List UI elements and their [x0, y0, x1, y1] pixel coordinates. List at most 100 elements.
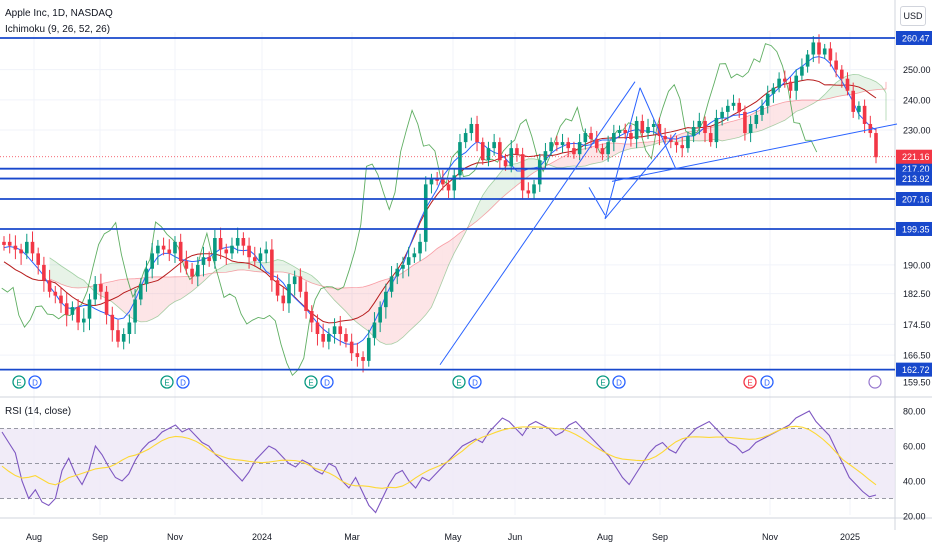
ichimoku-cloud-segment	[123, 278, 130, 317]
event-letter: E	[308, 379, 313, 388]
event-marker: D	[176, 375, 190, 389]
candle	[304, 281, 308, 319]
ichimoku-cloud-segment	[727, 120, 734, 140]
candle-body	[646, 127, 650, 134]
chart-svg[interactable]: E D E D E D E D E D E D 250.00 240.00 230.00 190.00 182.…	[0, 0, 932, 550]
candle	[532, 179, 536, 200]
candle-body	[93, 284, 97, 300]
candle-body	[805, 54, 810, 67]
candle-body	[99, 284, 103, 292]
candle	[110, 306, 115, 342]
candle-body	[691, 127, 696, 137]
rsi-tick-label: 80.00	[903, 407, 926, 417]
candle-body	[150, 253, 154, 269]
candle-body	[401, 264, 405, 269]
candle	[794, 69, 799, 100]
candle-body	[857, 105, 861, 112]
candle	[150, 243, 154, 279]
price-tick-label: 250.00	[903, 65, 931, 75]
candle	[315, 314, 320, 346]
candle-body	[395, 268, 400, 277]
candle	[53, 286, 58, 304]
candle-body	[583, 133, 588, 143]
candle-body	[840, 69, 844, 79]
ichimoku-cloud-segment	[237, 263, 244, 271]
candle-body	[446, 184, 451, 191]
price-tick-label: 166.50	[903, 351, 931, 361]
candle-body	[800, 66, 804, 76]
candle	[441, 170, 445, 191]
ichimoku-cloud-segment	[784, 101, 791, 121]
candle	[355, 342, 360, 367]
candle-body	[275, 280, 280, 296]
candle-body	[537, 160, 542, 185]
candle-body	[195, 264, 200, 277]
candle-body	[121, 334, 126, 342]
candle-body	[600, 148, 605, 155]
chart-area[interactable]: Apple Inc, 1D, NASDAQ Ichimoku (9, 26, 5…	[0, 0, 932, 550]
candle-body	[634, 120, 639, 140]
candle	[327, 328, 331, 350]
candle-body	[623, 130, 628, 134]
candle	[161, 237, 166, 256]
candle-body	[59, 295, 63, 304]
candle	[338, 315, 343, 346]
candle	[418, 233, 422, 262]
candle-body	[213, 238, 217, 262]
candle-body	[292, 276, 297, 285]
candle-body	[532, 184, 536, 194]
candle	[498, 137, 502, 170]
ichimoku-cloud-segment	[340, 287, 346, 312]
candle-body	[726, 105, 730, 112]
candle-body	[862, 105, 867, 124]
time-tick-label: Aug	[26, 532, 42, 542]
ichimoku-cloud-segment	[425, 253, 432, 315]
ichimoku-cloud-segment	[351, 287, 358, 323]
candle-body	[138, 284, 143, 300]
candle-body	[617, 130, 622, 134]
event-letter: D	[764, 379, 770, 388]
candle-body	[851, 90, 856, 112]
candle	[201, 246, 206, 277]
ichimoku-cloud-segment	[363, 285, 369, 332]
candle	[213, 229, 217, 269]
ichimoku-cloud-segment	[807, 99, 814, 107]
candle	[344, 328, 348, 348]
candle	[81, 308, 86, 333]
candle-body	[549, 142, 553, 152]
candle-body	[127, 322, 132, 335]
candle-body	[104, 291, 109, 315]
candle-body	[241, 238, 246, 246]
ichimoku-cloud-segment	[454, 232, 460, 254]
level-price-text: 260.47	[902, 34, 930, 44]
candle	[783, 70, 787, 88]
ichimoku-cloud-segment	[169, 276, 175, 306]
event-letter: E	[16, 379, 21, 388]
event-letter: D	[324, 379, 330, 388]
candle	[366, 329, 371, 367]
candle	[241, 232, 246, 256]
ichimoku-cloud-segment	[431, 248, 438, 308]
candle	[19, 243, 23, 265]
candle-body	[156, 245, 160, 254]
ichimoku-cloud-segment	[408, 264, 415, 332]
candle-body	[372, 322, 377, 338]
candle-body	[566, 142, 571, 149]
candle-body	[378, 307, 382, 323]
candle-body	[201, 257, 206, 265]
candle-body	[418, 241, 422, 254]
candle-body	[42, 264, 46, 281]
candle-body	[412, 253, 417, 258]
candle-body	[167, 249, 172, 254]
event-marker: E	[12, 375, 26, 389]
ichimoku-cloud-segment	[864, 77, 871, 92]
level-price-text: 207.16	[902, 195, 930, 205]
candle	[429, 173, 434, 194]
candle-body	[783, 78, 787, 82]
candle	[475, 115, 479, 152]
candle-body	[361, 357, 365, 361]
candle-body	[589, 133, 593, 140]
candle	[714, 109, 719, 149]
candle-body	[560, 142, 565, 146]
event-letter: E	[456, 379, 461, 388]
